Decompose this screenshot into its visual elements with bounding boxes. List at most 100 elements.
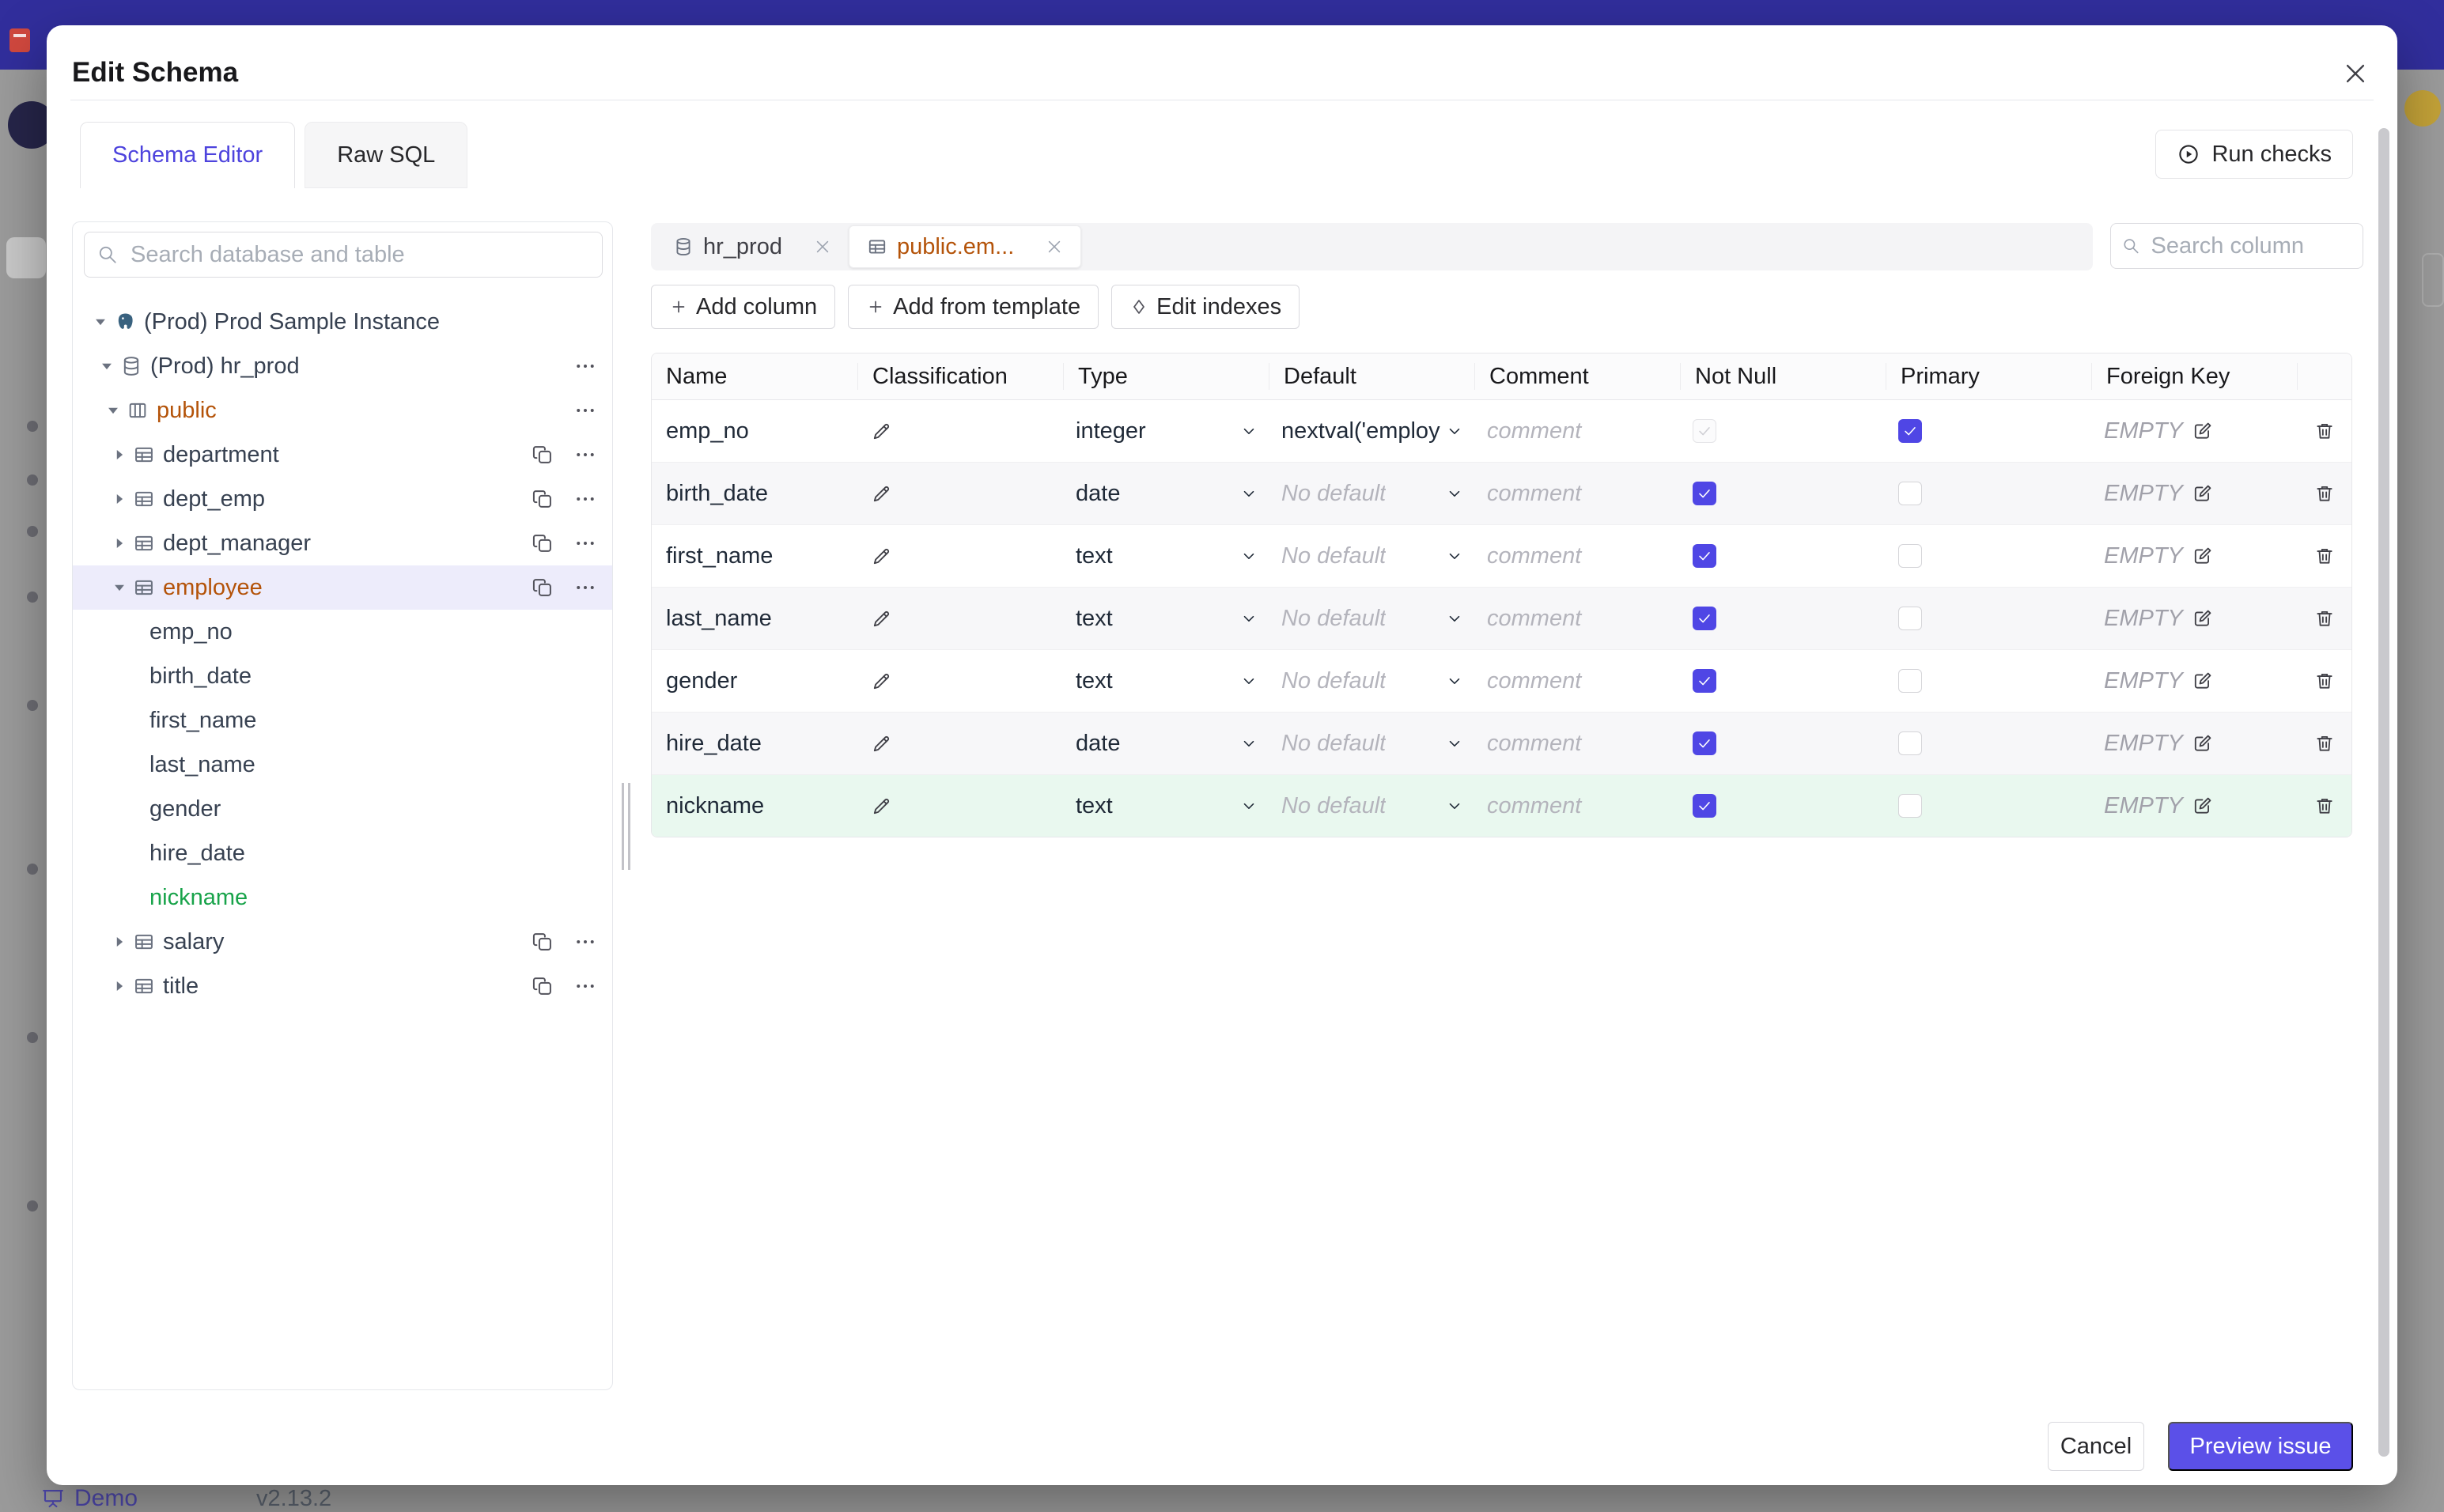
column-name-input[interactable]: gender (652, 668, 857, 694)
comment-input[interactable]: comment (1474, 481, 1680, 507)
column-name-input[interactable]: last_name (652, 606, 857, 632)
column-name-input[interactable]: nickname (652, 793, 857, 819)
column-name-input[interactable]: first_name (652, 543, 857, 569)
tree-column-nickname[interactable]: nickname (73, 875, 612, 920)
type-select[interactable]: integer (1063, 418, 1269, 444)
pencil-icon[interactable] (872, 796, 892, 816)
tree-item-public[interactable]: public (73, 388, 612, 433)
copy-icon[interactable] (532, 576, 554, 599)
classification-cell[interactable] (857, 546, 1063, 566)
default-select[interactable]: nextval('employ (1269, 418, 1474, 444)
copy-icon[interactable] (532, 444, 554, 466)
primary-checkbox[interactable] (1898, 794, 1922, 818)
trash-icon[interactable] (2314, 421, 2335, 441)
editor-tab-public-em-[interactable]: public.em... (848, 225, 1082, 268)
add-column-button[interactable]: Add column (651, 285, 836, 329)
default-select[interactable]: No default (1269, 606, 1474, 632)
dots-icon[interactable] (574, 399, 596, 421)
foreign-key-cell[interactable]: EMPTY (2091, 418, 2297, 444)
dots-icon[interactable] (574, 488, 596, 510)
type-select[interactable]: date (1063, 481, 1269, 507)
comment-input[interactable]: comment (1474, 731, 1680, 757)
close-icon[interactable] (814, 238, 831, 255)
not-null-checkbox[interactable] (1693, 731, 1716, 755)
close-icon[interactable] (2342, 60, 2369, 87)
type-select[interactable]: text (1063, 606, 1269, 632)
tree-item--Prod-Prod-Sample-Instance[interactable]: (Prod) Prod Sample Instance (73, 300, 612, 344)
not-null-checkbox[interactable] (1693, 607, 1716, 630)
classification-cell[interactable] (857, 733, 1063, 754)
tree-column-hire_date[interactable]: hire_date (73, 831, 612, 875)
copy-icon[interactable] (532, 975, 554, 997)
pencil-icon[interactable] (872, 608, 892, 629)
tab-schema-editor[interactable]: Schema Editor (80, 122, 296, 188)
database-search-input[interactable] (129, 240, 589, 269)
trash-icon[interactable] (2314, 671, 2335, 691)
default-select[interactable]: No default (1269, 793, 1474, 819)
not-null-checkbox[interactable] (1693, 419, 1716, 443)
column-name-input[interactable]: birth_date (652, 481, 857, 507)
comment-input[interactable]: comment (1474, 543, 1680, 569)
dots-icon[interactable] (574, 931, 596, 953)
comment-input[interactable]: comment (1474, 793, 1680, 819)
close-icon[interactable] (1046, 238, 1063, 255)
classification-cell[interactable] (857, 796, 1063, 816)
primary-checkbox[interactable] (1898, 419, 1922, 443)
not-null-checkbox[interactable] (1693, 669, 1716, 693)
edit-icon[interactable] (2192, 483, 2213, 504)
dots-icon[interactable] (574, 532, 596, 554)
tree-item-salary[interactable]: salary (73, 920, 612, 964)
default-select[interactable]: No default (1269, 543, 1474, 569)
edit-icon[interactable] (2192, 421, 2213, 441)
column-search-input[interactable] (2149, 232, 2351, 260)
comment-input[interactable]: comment (1474, 418, 1680, 444)
dots-icon[interactable] (574, 355, 596, 377)
run-checks-button[interactable]: Run checks (2155, 130, 2353, 179)
primary-checkbox[interactable] (1898, 482, 1922, 505)
tree-item-title[interactable]: title (73, 964, 612, 1008)
edit-icon[interactable] (2192, 608, 2213, 629)
default-select[interactable]: No default (1269, 731, 1474, 757)
not-null-checkbox[interactable] (1693, 794, 1716, 818)
classification-cell[interactable] (857, 421, 1063, 441)
trash-icon[interactable] (2314, 546, 2335, 566)
pencil-icon[interactable] (872, 546, 892, 566)
foreign-key-cell[interactable]: EMPTY (2091, 543, 2297, 569)
foreign-key-cell[interactable]: EMPTY (2091, 668, 2297, 694)
edit-icon[interactable] (2192, 671, 2213, 691)
edit-icon[interactable] (2192, 733, 2213, 754)
preview-issue-button[interactable]: Preview issue (2168, 1422, 2353, 1471)
edit-icon[interactable] (2192, 546, 2213, 566)
primary-checkbox[interactable] (1898, 731, 1922, 755)
foreign-key-cell[interactable]: EMPTY (2091, 793, 2297, 819)
classification-cell[interactable] (857, 671, 1063, 691)
default-select[interactable]: No default (1269, 668, 1474, 694)
primary-checkbox[interactable] (1898, 669, 1922, 693)
trash-icon[interactable] (2314, 796, 2335, 816)
editor-tab-hr_prod[interactable]: hr_prod (656, 226, 849, 267)
cancel-button[interactable]: Cancel (2048, 1422, 2144, 1471)
primary-checkbox[interactable] (1898, 544, 1922, 568)
edit-indexes-button[interactable]: Edit indexes (1111, 285, 1300, 329)
tree-column-last_name[interactable]: last_name (73, 743, 612, 787)
panel-resize-handle[interactable] (618, 783, 634, 870)
copy-icon[interactable] (532, 532, 554, 554)
pencil-icon[interactable] (872, 421, 892, 441)
dots-icon[interactable] (574, 576, 596, 599)
dots-icon[interactable] (574, 975, 596, 997)
foreign-key-cell[interactable]: EMPTY (2091, 481, 2297, 507)
tree-item-dept_manager[interactable]: dept_manager (73, 521, 612, 565)
pencil-icon[interactable] (872, 671, 892, 691)
add-from-template-button[interactable]: Add from template (848, 285, 1099, 329)
copy-icon[interactable] (532, 488, 554, 510)
trash-icon[interactable] (2314, 733, 2335, 754)
comment-input[interactable]: comment (1474, 606, 1680, 632)
tree-item-department[interactable]: department (73, 433, 612, 477)
not-null-checkbox[interactable] (1693, 544, 1716, 568)
comment-input[interactable]: comment (1474, 668, 1680, 694)
modal-scrollbar[interactable] (2378, 128, 2389, 1457)
not-null-checkbox[interactable] (1693, 482, 1716, 505)
dots-icon[interactable] (574, 444, 596, 466)
type-select[interactable]: text (1063, 793, 1269, 819)
trash-icon[interactable] (2314, 483, 2335, 504)
